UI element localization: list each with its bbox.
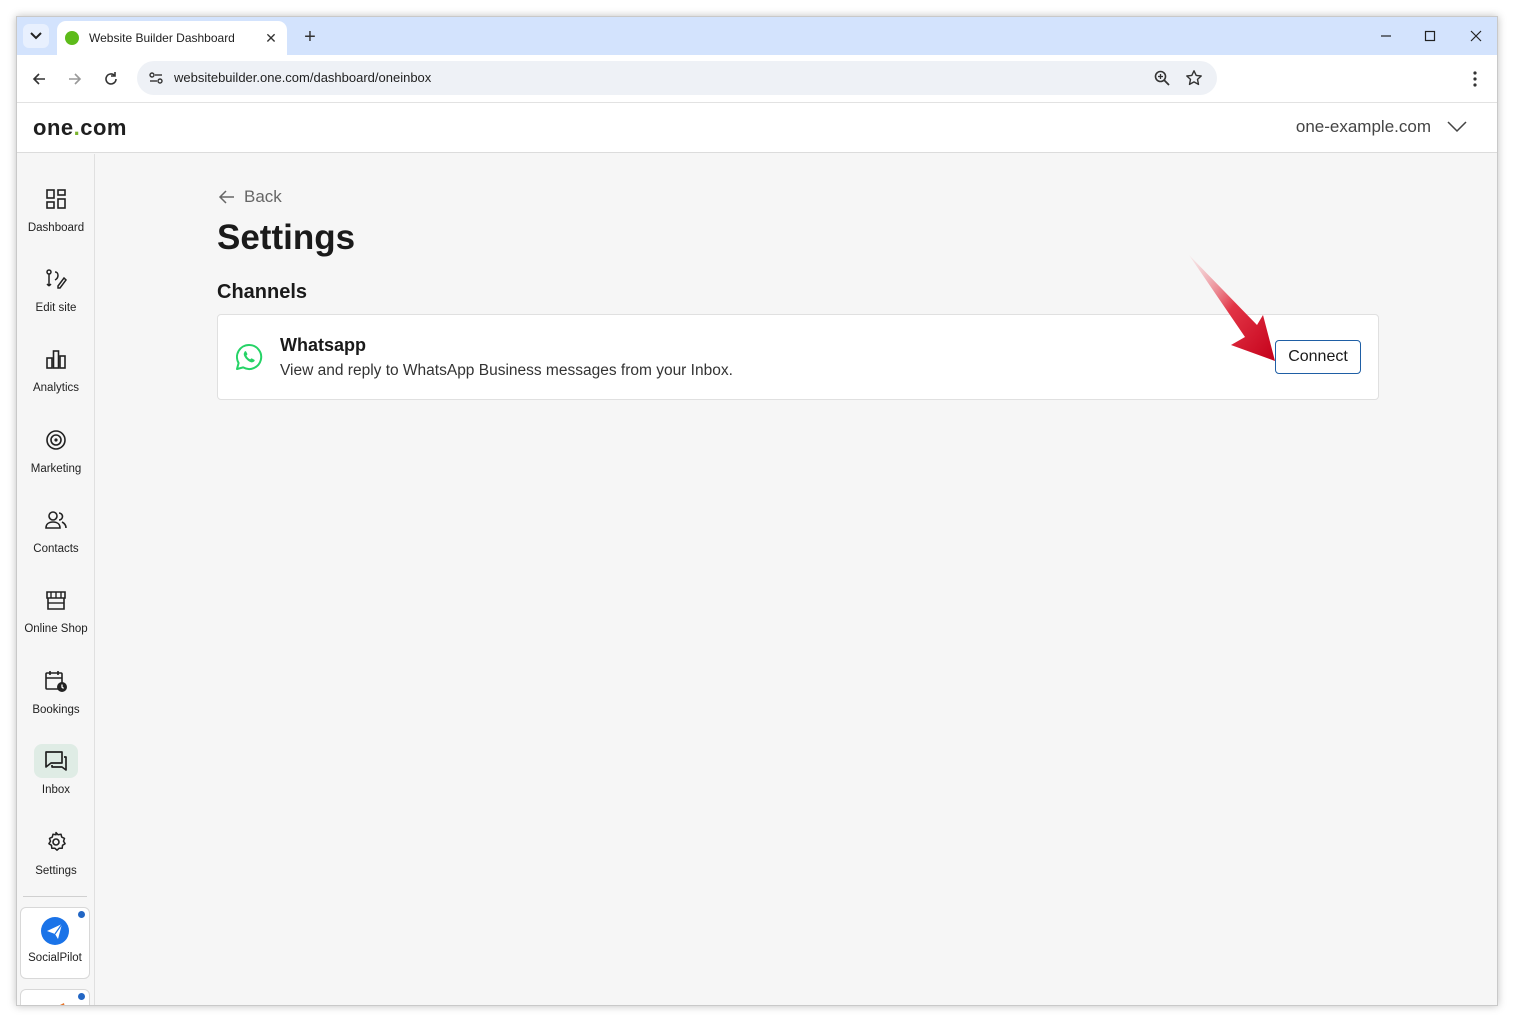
tab-strip: Website Builder Dashboard ✕ + — [17, 17, 1497, 55]
shop-icon-wrap — [34, 583, 78, 617]
address-bar[interactable]: websitebuilder.one.com/dashboard/oneinbo… — [137, 61, 1217, 95]
page-title: Settings — [217, 218, 356, 257]
calendar-clock-icon — [45, 671, 67, 692]
domain-name: one-example.com — [1295, 117, 1431, 136]
bookmark-star-icon[interactable] — [1185, 69, 1203, 87]
favicon-icon — [65, 31, 79, 45]
section-title: Channels — [217, 281, 308, 303]
sidebar-item-online-shop[interactable]: Online Shop — [17, 577, 95, 653]
sidebar-item-label: Inbox — [41, 784, 71, 796]
sidebar-item-label: Dashboard — [27, 222, 85, 234]
chevron-down-icon — [30, 32, 42, 40]
bookings-icon-wrap — [34, 664, 78, 698]
sidebar-item-label: Contacts — [33, 543, 79, 555]
sidebar-item-label: Online Shop — [24, 623, 88, 635]
zoom-icon[interactable] — [1153, 69, 1171, 87]
notification-dot — [78, 993, 85, 1000]
browser-toolbar: websitebuilder.one.com/dashboard/oneinbo… — [17, 55, 1497, 103]
back-nav-button[interactable] — [27, 67, 51, 91]
reload-icon — [105, 72, 117, 85]
sidebar-item-settings[interactable]: Settings — [17, 819, 95, 895]
connect-button[interactable]: Connect — [1275, 340, 1361, 374]
sidebar-item-dashboard[interactable]: Dashboard — [17, 176, 95, 252]
new-tab-button[interactable]: + — [299, 26, 321, 48]
maximize-button[interactable] — [1419, 25, 1441, 47]
more-vertical-icon — [1473, 71, 1477, 87]
contacts-people-icon — [45, 511, 67, 529]
maximize-icon — [1424, 30, 1436, 42]
socialpilot-logo-icon — [41, 917, 69, 945]
bar-chart-icon — [46, 350, 66, 369]
browser-menu-button[interactable] — [1465, 67, 1485, 91]
site-info-icon[interactable] — [147, 69, 165, 87]
sidebar-divider — [23, 896, 87, 897]
browser-tab[interactable]: Website Builder Dashboard ✕ — [57, 21, 287, 55]
sidebar-item-bookings[interactable]: Bookings — [17, 658, 95, 734]
arrow-right-icon — [69, 73, 82, 85]
app-socialpilot[interactable]: SocialPilot — [20, 907, 90, 979]
whatsapp-icon — [236, 343, 263, 370]
settings-icon-wrap — [34, 825, 78, 859]
inbox-icon-wrap — [34, 744, 78, 778]
contacts-icon-wrap — [34, 503, 78, 537]
arrow-left-icon — [218, 190, 234, 204]
forward-nav-button[interactable] — [63, 67, 87, 91]
back-label: Back — [244, 187, 282, 206]
dashboard-icon-wrap — [34, 182, 78, 216]
tab-title: Website Builder Dashboard — [89, 31, 235, 45]
back-link[interactable]: Back — [218, 187, 282, 207]
target-icon — [46, 430, 66, 450]
app-logo-icon — [60, 1003, 65, 1005]
sidebar-item-marketing[interactable]: Marketing — [17, 417, 95, 493]
edit-path-icon — [46, 269, 67, 289]
minimize-button[interactable] — [1375, 25, 1397, 47]
main-content: Back Settings Channels Whatsapp View and… — [96, 154, 1497, 1005]
notification-dot — [78, 911, 85, 918]
edit-icon-wrap — [34, 262, 78, 296]
gear-icon — [48, 831, 66, 851]
sidebar-item-label: Settings — [35, 865, 77, 877]
sidebar-item-analytics[interactable]: Analytics — [17, 336, 95, 412]
close-tab-icon[interactable]: ✕ — [263, 30, 279, 46]
analytics-icon-wrap — [34, 342, 78, 376]
sidebar-item-edit-site[interactable]: Edit site — [17, 256, 95, 332]
channel-name: Whatsapp — [280, 335, 367, 355]
close-window-button[interactable] — [1465, 25, 1487, 47]
sidebar-item-label: Analytics — [32, 382, 80, 394]
sidebar: Dashboard Edit site Analytics Marketing … — [17, 154, 95, 1005]
marketing-icon-wrap — [34, 423, 78, 457]
one-com-logo[interactable]: one.com — [33, 115, 127, 141]
sidebar-item-label: Edit site — [35, 302, 77, 314]
channel-description: View and reply to WhatsApp Business mess… — [280, 362, 733, 379]
chat-bubbles-icon — [45, 751, 67, 771]
app-header: one.com one-example.com — [17, 103, 1497, 153]
sidebar-item-contacts[interactable]: Contacts — [17, 497, 95, 573]
chevron-down-icon — [1447, 121, 1467, 133]
reload-button[interactable] — [99, 67, 123, 91]
storefront-icon — [46, 591, 66, 610]
logo-text-com: com — [80, 115, 127, 140]
minimize-icon — [1381, 35, 1391, 37]
annotation-arrow — [1189, 255, 1275, 361]
sidebar-item-label: Bookings — [32, 704, 80, 716]
tab-search-button[interactable] — [23, 24, 49, 48]
arrow-left-icon — [32, 73, 45, 85]
app-card-partial[interactable] — [20, 989, 90, 1005]
sidebar-item-inbox[interactable]: Inbox — [17, 738, 95, 814]
dashboard-grid-icon — [46, 189, 66, 209]
browser-window: Website Builder Dashboard ✕ + websitebui… — [16, 16, 1498, 1006]
domain-selector[interactable]: one-example.com — [1296, 117, 1467, 137]
close-icon — [1470, 30, 1482, 42]
sidebar-item-label: Marketing — [30, 463, 82, 475]
logo-text-one: one — [33, 115, 74, 140]
url-text: websitebuilder.one.com/dashboard/oneinbo… — [174, 70, 432, 85]
app-label: SocialPilot — [28, 952, 82, 964]
